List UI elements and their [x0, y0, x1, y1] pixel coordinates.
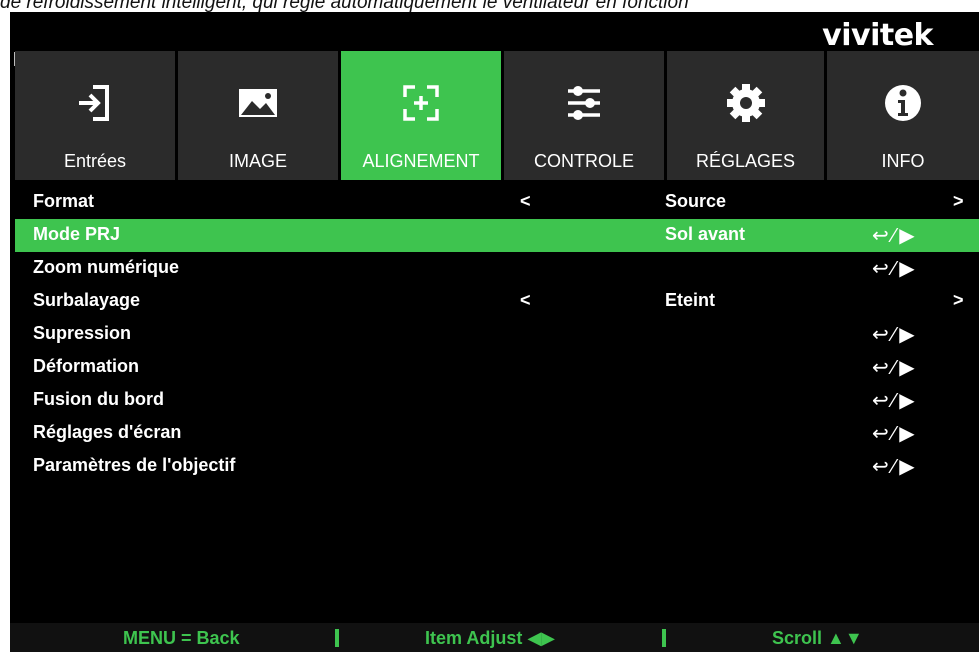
enter-icon[interactable]: ↩ ⁄ ▶ [872, 256, 915, 281]
enter-icon[interactable]: ↩ ⁄ ▶ [872, 421, 915, 446]
brand-text: vivitek [822, 18, 933, 53]
item-label: Paramètres de l'objectif [33, 455, 236, 475]
tab-label: Entrées [63, 151, 127, 171]
tab-alignement[interactable]: ALIGNEMENT [341, 51, 501, 180]
menu-item-mode-prj[interactable]: Mode PRJ Sol avant ↩ ⁄ ▶ [15, 219, 979, 252]
menu-item-supression[interactable]: Supression ↩ ⁄ ▶ [15, 318, 979, 351]
item-label: Format [33, 191, 95, 211]
footer-hints: MENU = Back Item Adjust ◀▶ Scroll ▲▼ [10, 623, 979, 652]
menu-item-deformation[interactable]: Déformation ↩ ⁄ ▶ [15, 351, 979, 384]
tab-label: IMAGE [228, 151, 287, 171]
item-label: Surbalayage [33, 290, 141, 310]
item-label: Déformation [33, 356, 140, 376]
menu-item-zoom-numerique[interactable]: Zoom numérique ↩ ⁄ ▶ [15, 252, 979, 285]
menu-list: Format < Source > Mode PRJ Sol avant ↩ ⁄… [15, 186, 979, 483]
item-value: Eteint [665, 290, 716, 310]
item-label: Zoom numérique [33, 257, 180, 277]
osd-menu: vivitek Entrées IMAGE ALIGNEMENT CONTROL… [10, 12, 979, 652]
tab-label: RÉGLAGES [695, 151, 796, 171]
footer-divider [662, 629, 666, 647]
hint-item-adjust: Item Adjust ◀▶ [425, 628, 556, 648]
item-label: Mode PRJ [33, 224, 121, 244]
info-icon [827, 81, 979, 125]
sliders-icon [504, 81, 664, 125]
enter-icon[interactable]: ↩ ⁄ ▶ [872, 322, 915, 347]
hint-menu-back: MENU = Back [123, 628, 240, 648]
tab-reglages[interactable]: RÉGLAGES [667, 51, 824, 180]
tab-image[interactable]: IMAGE [178, 51, 338, 180]
enter-icon[interactable]: ↩ ⁄ ▶ [872, 388, 915, 413]
menu-item-format[interactable]: Format < Source > [15, 186, 979, 219]
menu-item-reglages-ecran[interactable]: Réglages d'écran ↩ ⁄ ▶ [15, 417, 979, 450]
gear-icon [667, 81, 824, 125]
tab-label: CONTROLE [533, 151, 634, 171]
item-label: Fusion du bord [33, 389, 164, 409]
item-value: Source [665, 191, 727, 211]
tab-bar: Entrées IMAGE ALIGNEMENT CONTROLE RÉGLAG… [15, 51, 979, 180]
footer-divider [335, 629, 339, 647]
chevron-left-icon[interactable]: < [520, 290, 531, 311]
tab-info[interactable]: INFO [827, 51, 979, 180]
chevron-left-icon[interactable]: < [520, 191, 531, 212]
image-icon [178, 81, 338, 125]
item-value: Sol avant [665, 224, 746, 244]
item-label: Supression [33, 323, 132, 343]
enter-icon[interactable]: ↩ ⁄ ▶ [872, 454, 915, 479]
hint-scroll: Scroll ▲▼ [772, 628, 863, 648]
enter-icon[interactable]: ↩ ⁄ ▶ [872, 355, 915, 380]
menu-item-fusion-du-bord[interactable]: Fusion du bord ↩ ⁄ ▶ [15, 384, 979, 417]
tab-entrees[interactable]: Entrées [15, 51, 175, 180]
alignment-icon [341, 81, 501, 125]
input-icon [15, 81, 175, 125]
item-label: Réglages d'écran [33, 422, 182, 442]
tab-label: INFO [881, 151, 925, 171]
tab-label: ALIGNEMENT [362, 151, 480, 171]
chevron-right-icon[interactable]: > [953, 290, 964, 311]
menu-item-surbalayage[interactable]: Surbalayage < Eteint > [15, 285, 979, 318]
menu-item-parametres-objectif[interactable]: Paramètres de l'objectif ↩ ⁄ ▶ [15, 450, 979, 483]
brand-logo: vivitek [822, 18, 933, 53]
chevron-right-icon[interactable]: > [953, 191, 964, 212]
tab-controle[interactable]: CONTROLE [504, 51, 664, 180]
enter-icon[interactable]: ↩ ⁄ ▶ [872, 223, 915, 248]
